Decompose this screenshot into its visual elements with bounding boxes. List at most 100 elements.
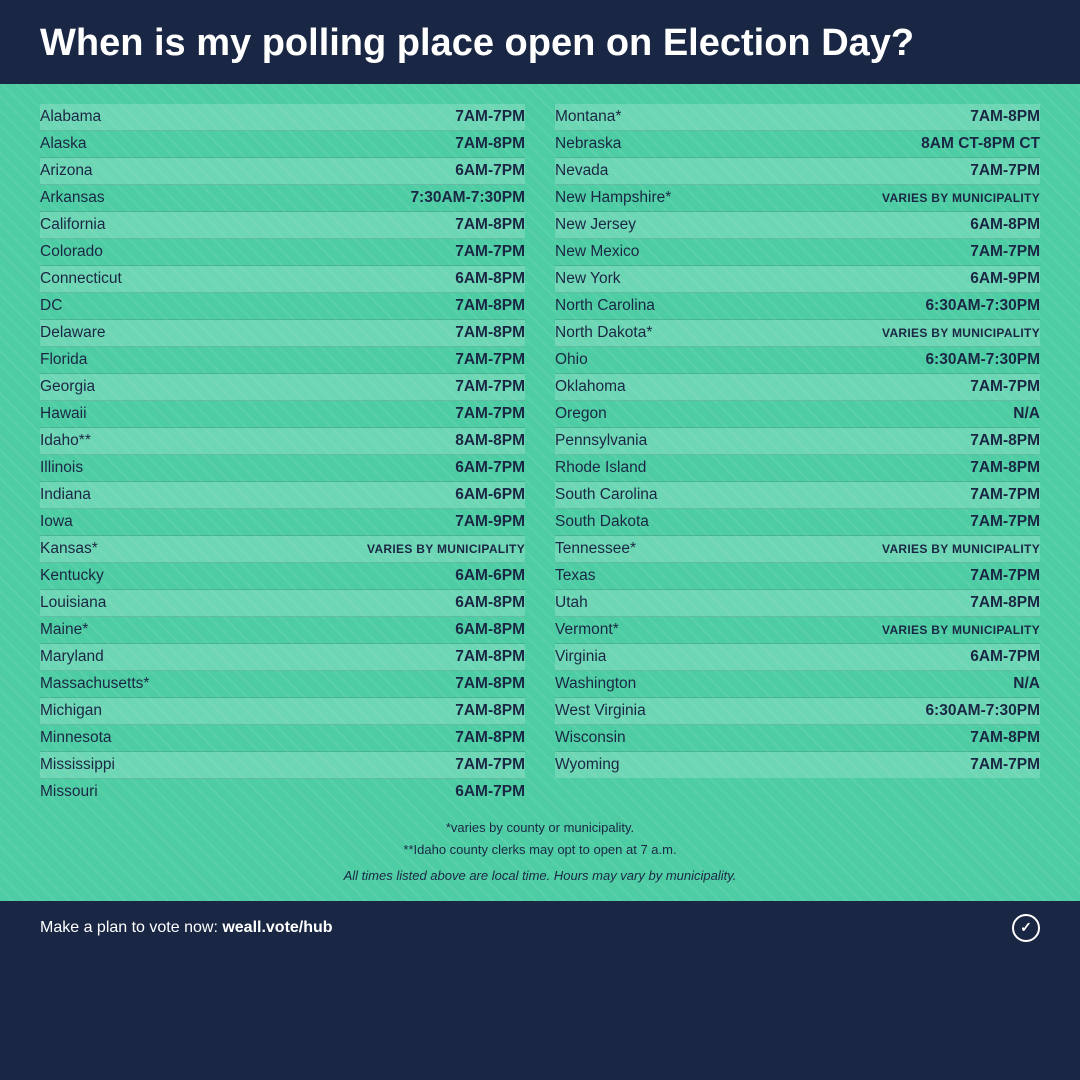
table-row: Nebraska8AM CT-8PM CT — [555, 131, 1040, 158]
table-row: Wisconsin 7AM-8PM — [555, 725, 1040, 752]
table-row: Florida 7AM-7PM — [40, 347, 525, 374]
state-name: Nevada — [555, 162, 608, 180]
state-name: Texas — [555, 567, 596, 585]
table-row: Pennsylvania7AM-8PM — [555, 428, 1040, 455]
state-hours: 7AM-8PM — [455, 729, 525, 747]
state-hours: 6:30AM-7:30PM — [925, 297, 1040, 315]
table-row: OregonN/A — [555, 401, 1040, 428]
state-hours: 7AM-8PM — [455, 135, 525, 153]
state-name: Utah — [555, 594, 588, 612]
state-hours: 7AM-8PM — [455, 675, 525, 693]
state-name: South Carolina — [555, 486, 658, 504]
table-row: Alaska7AM-8PM — [40, 131, 525, 158]
state-name: Missouri — [40, 783, 98, 801]
table-row: Delaware7AM-8PM — [40, 320, 525, 347]
state-hours: 7AM-8PM — [970, 729, 1040, 747]
state-hours: 6:30AM-7:30PM — [925, 351, 1040, 369]
state-name: Wisconsin — [555, 729, 626, 747]
state-name: Tennessee* — [555, 540, 636, 558]
state-name: Mississippi — [40, 756, 115, 774]
table-row: Massachusetts* 7AM-8PM — [40, 671, 525, 698]
state-name: Florida — [40, 351, 87, 369]
state-hours: VARIES BY MUNICIPALITY — [882, 326, 1040, 340]
table-row: Wyoming7AM-7PM — [555, 752, 1040, 778]
table-row: Utah 7AM-8PM — [555, 590, 1040, 617]
table-row: Minnesota7AM-8PM — [40, 725, 525, 752]
state-hours: 7AM-8PM — [970, 594, 1040, 612]
table-row: Arkansas7:30AM-7:30PM — [40, 185, 525, 212]
state-name: Georgia — [40, 378, 95, 396]
state-name: Pennsylvania — [555, 432, 647, 450]
table-row: Maryland7AM-8PM — [40, 644, 525, 671]
state-name: Illinois — [40, 459, 83, 477]
state-hours: 7AM-7PM — [455, 756, 525, 774]
table-row: California7AM-8PM — [40, 212, 525, 239]
table-row: Louisiana6AM-8PM — [40, 590, 525, 617]
state-name: North Dakota* — [555, 324, 652, 342]
state-hours: 8AM-8PM — [455, 432, 525, 450]
footer-logo: ✓ — [1012, 914, 1040, 942]
footer-text: Make a plan to vote now: weall.vote/hub — [40, 919, 333, 937]
state-hours: 7AM-7PM — [970, 378, 1040, 396]
state-hours: VARIES BY MUNICIPALITY — [882, 542, 1040, 556]
state-name: South Dakota — [555, 513, 649, 531]
header: When is my polling place open on Electio… — [0, 0, 1080, 84]
footnote-3: All times listed above are local time. H… — [40, 865, 1040, 887]
table-row: Kentucky6AM-6PM — [40, 563, 525, 590]
table-row: Idaho**8AM-8PM — [40, 428, 525, 455]
state-hours: 7AM-8PM — [970, 108, 1040, 126]
state-hours: 7AM-8PM — [455, 324, 525, 342]
table-row: Montana*7AM-8PM — [555, 104, 1040, 131]
state-name: Indiana — [40, 486, 91, 504]
state-name: California — [40, 216, 105, 234]
state-name: Nebraska — [555, 135, 621, 153]
table-row: South Dakota7AM-7PM — [555, 509, 1040, 536]
table-row: Vermont*VARIES BY MUNICIPALITY — [555, 617, 1040, 644]
table-row: New Hampshire*VARIES BY MUNICIPALITY — [555, 185, 1040, 212]
state-name: Connecticut — [40, 270, 122, 288]
table-row: Mississippi 7AM-7PM — [40, 752, 525, 779]
state-name: Louisiana — [40, 594, 106, 612]
state-hours: 7AM-7PM — [970, 162, 1040, 180]
state-hours: 7AM-7PM — [970, 486, 1040, 504]
state-hours: 7AM-7PM — [455, 108, 525, 126]
state-hours: 7AM-7PM — [455, 378, 525, 396]
state-hours: 6AM-7PM — [970, 648, 1040, 666]
table-row: Missouri6AM-7PM — [40, 779, 525, 805]
table-row: Tennessee* VARIES BY MUNICIPALITY — [555, 536, 1040, 563]
table-row: North Carolina6:30AM-7:30PM — [555, 293, 1040, 320]
table-row: North Dakota* VARIES BY MUNICIPALITY — [555, 320, 1040, 347]
state-hours: 6AM-9PM — [970, 270, 1040, 288]
state-name: Virginia — [555, 648, 606, 666]
state-hours: VARIES BY MUNICIPALITY — [367, 542, 525, 556]
state-hours: 7AM-8PM — [455, 702, 525, 720]
state-name: Massachusetts* — [40, 675, 149, 693]
right-column: Montana*7AM-8PMNebraska8AM CT-8PM CT Neva… — [555, 104, 1040, 805]
table-row: Virginia 6AM-7PM — [555, 644, 1040, 671]
state-name: Arizona — [40, 162, 93, 180]
main-content: Alabama7AM-7PMAlaska7AM-8PMArizona6AM-7P… — [0, 84, 1080, 901]
state-name: Hawaii — [40, 405, 87, 423]
table-row: Hawaii7AM-7PM — [40, 401, 525, 428]
state-hours: N/A — [1013, 675, 1040, 693]
state-name: Maryland — [40, 648, 104, 666]
state-hours: 7AM-8PM — [455, 297, 525, 315]
state-hours: 7AM-8PM — [970, 459, 1040, 477]
state-hours: 7AM-7PM — [455, 351, 525, 369]
table-row: West Virginia6:30AM-7:30PM — [555, 698, 1040, 725]
state-name: Ohio — [555, 351, 588, 369]
footnotes: *varies by county or municipality. **Ida… — [40, 817, 1040, 887]
table-row: Alabama 7AM-7PM — [40, 104, 525, 131]
table-row: Rhode Island7AM-8PM — [555, 455, 1040, 482]
table-row: WashingtonN/A — [555, 671, 1040, 698]
state-name: Oklahoma — [555, 378, 626, 396]
table-row: New Jersey6AM-8PM — [555, 212, 1040, 239]
state-hours: 6AM-6PM — [455, 567, 525, 585]
table-row: DC7AM-8PM — [40, 293, 525, 320]
state-name: Alabama — [40, 108, 101, 126]
state-hours: VARIES BY MUNICIPALITY — [882, 191, 1040, 205]
table-row: Maine*6AM-8PM — [40, 617, 525, 644]
table-row: Georgia 7AM-7PM — [40, 374, 525, 401]
state-hours: 6AM-6PM — [455, 486, 525, 504]
table-row: Arizona6AM-7PM — [40, 158, 525, 185]
